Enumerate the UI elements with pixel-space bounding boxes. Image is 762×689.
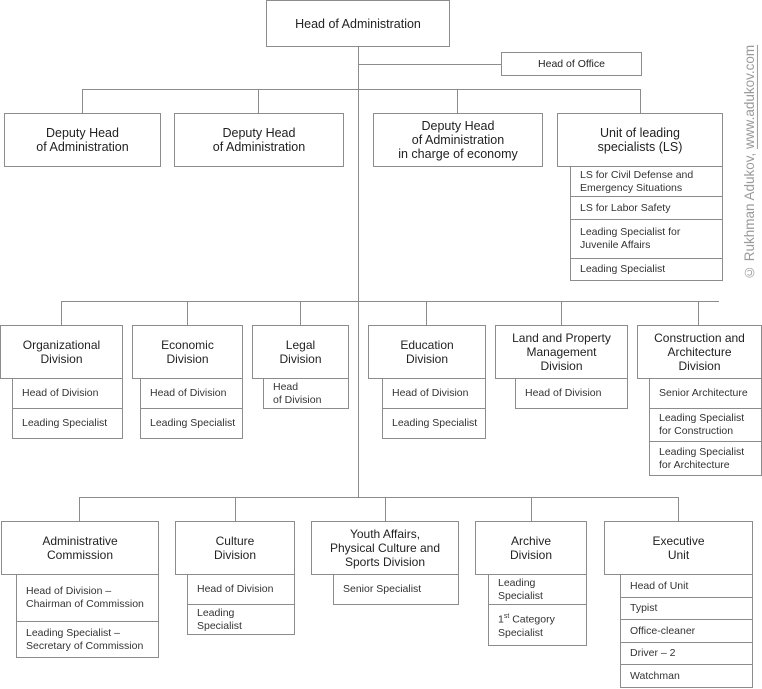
division-item: Typist [620,597,753,620]
connector-drop [82,89,83,113]
division-item: Head of Division [263,378,349,409]
connector-office [358,64,501,65]
division-land-property: Land and Property Management Division [495,325,628,379]
division-item: Head of Unit [620,574,753,598]
connector-drop [385,497,386,521]
head-of-office: Head of Office [501,52,642,76]
connector-drop [426,301,427,325]
division-item: Leading Specialist for Construction [649,408,762,442]
division-item: Leading Specialist [382,408,486,439]
division-item: Head of Division [140,378,243,409]
ls-item: Leading Specialist for Juvenile Affairs [570,219,723,259]
division-item: Head of Division [12,378,123,409]
watermark-link[interactable]: www.adukov.com [742,45,757,149]
connector-drop [258,89,259,113]
ls-unit: Unit of leading specialists (LS) [557,113,723,167]
division-economic: Economic Division [132,325,243,379]
connector-row3 [79,497,678,498]
ls-item: LS for Labor Safety [570,196,723,220]
connector-trunk [358,46,359,497]
connector-drop [300,301,301,325]
division-item: Watchman [620,664,753,688]
division-item: Head of Division [187,574,295,605]
deputy-head-1: Deputy Head of Administration [4,113,161,167]
connector-drop [79,497,80,521]
division-item: Leading Specialist for Architecture [649,441,762,476]
division-culture: Culture Division [175,521,295,575]
division-item: Leading Specialist – Secretary of Commis… [16,621,159,658]
division-construction-architecture: Construction and Architecture Division [637,325,762,379]
division-item: Senior Specialist [333,574,459,605]
copyright-watermark: © Rukhman Adukov, www.adukov.com [742,0,760,280]
connector-drop [235,497,236,521]
division-item: Head of Division [515,378,628,409]
connector-drop [698,301,699,325]
ls-item: LS for Civil Defense and Emergency Situa… [570,166,723,197]
division-youth-sports: Youth Affairs, Physical Culture and Spor… [311,521,459,575]
division-item: Leading Specialist [187,604,295,635]
deputy-head-2: Deputy Head of Administration [174,113,344,167]
division-archive: Archive Division [475,521,587,575]
connector-drop [531,497,532,521]
division-item: Leading Specialist [488,574,587,605]
division-legal: Legal Division [252,325,349,379]
deputy-head-economy: Deputy Head of Administration in charge … [373,113,543,167]
connector-drop [640,89,641,113]
division-item: Head of Division – Chairman of Commissio… [16,574,159,622]
connector-divisions [61,301,719,302]
division-item: Head of Division [382,378,486,409]
division-item: Leading Specialist [12,408,123,439]
division-item: Senior Architecture [649,378,762,409]
ls-item: Leading Specialist [570,258,723,281]
division-item: Leading Specialist [140,408,243,439]
head-of-administration: Head of Administration [266,0,450,47]
connector-drop [561,301,562,325]
connector-deputies [82,89,641,90]
division-item: Office-cleaner [620,619,753,643]
watermark-text: © Rukhman Adukov, [742,148,757,280]
executive-unit: Executive Unit [604,521,753,575]
division-education: Education Division [368,325,486,379]
connector-drop [457,89,458,113]
division-item-text: 1st Category Specialist [498,613,555,639]
division-organizational: Organizational Division [0,325,123,379]
connector-drop [187,301,188,325]
administrative-commission: Administrative Commission [1,521,159,575]
division-item: 1st Category Specialist [488,604,587,646]
connector-drop [61,301,62,325]
connector-drop [678,497,679,521]
division-item: Driver – 2 [620,642,753,665]
